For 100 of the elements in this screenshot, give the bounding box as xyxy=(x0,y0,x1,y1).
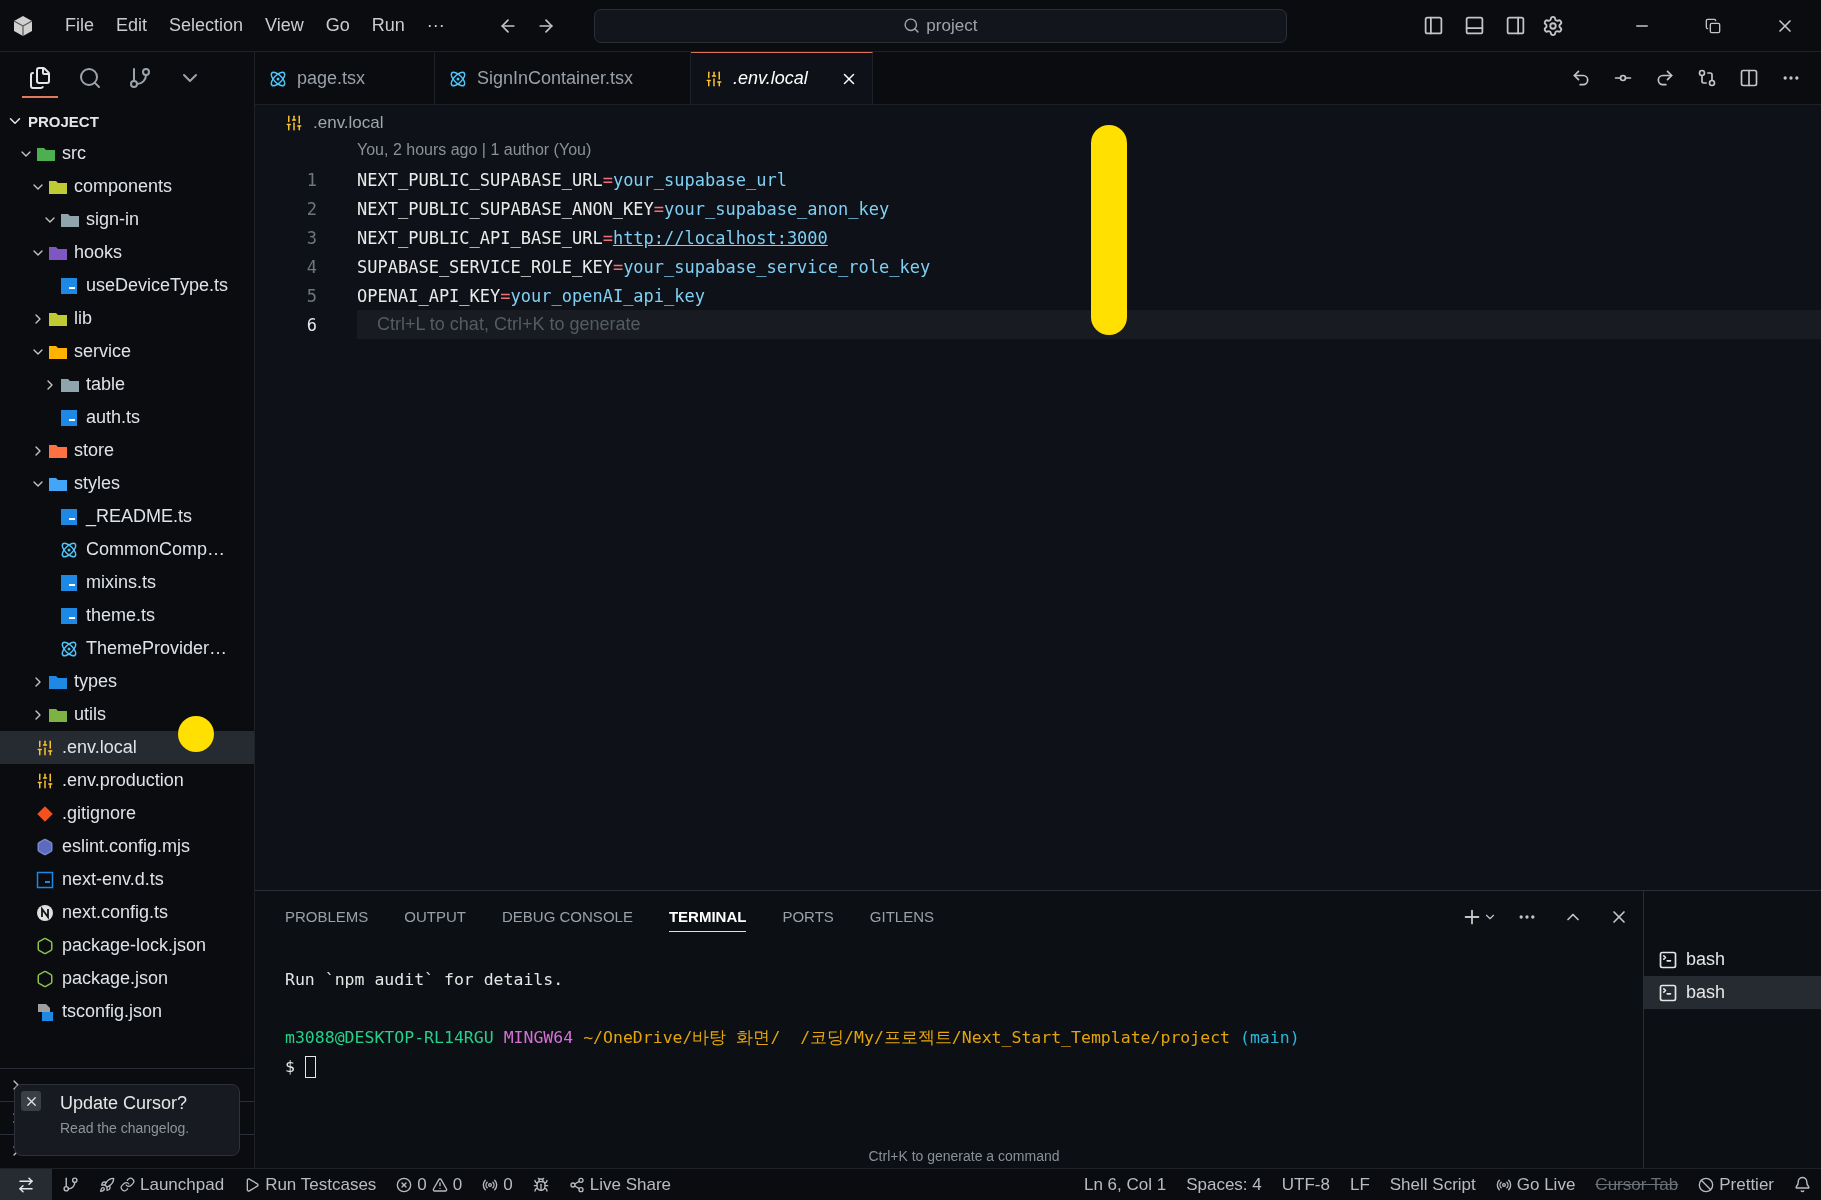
tree-item[interactable]: auth.ts xyxy=(0,401,254,434)
tree-item[interactable]: store xyxy=(0,434,254,467)
tree-item[interactable]: hooks xyxy=(0,236,254,269)
tree-item[interactable]: mixins.ts xyxy=(0,566,254,599)
bug-icon xyxy=(532,1176,549,1193)
code-line: NEXT_PUBLIC_SUPABASE_ANON_KEY=your_supabase_anon_key xyxy=(357,197,891,221)
tree-item[interactable]: eslint.config.mjs xyxy=(0,830,254,863)
status-item[interactable]: LF xyxy=(1339,1174,1380,1195)
menu-item[interactable]: File xyxy=(56,15,103,36)
rocket-icon xyxy=(99,1176,115,1193)
code-line: OPENAI_API_KEY=your_openAI_api_key xyxy=(357,284,706,308)
link-icon xyxy=(120,1177,135,1192)
explorer-header[interactable]: PROJECT xyxy=(0,105,254,137)
status-item[interactable]: Ln 6, Col 1 xyxy=(1073,1174,1177,1195)
tree-item[interactable]: .gitignore xyxy=(0,797,254,830)
tree-item[interactable]: theme.ts xyxy=(0,599,254,632)
sliders-icon xyxy=(705,69,723,88)
run-testcases-item[interactable]: Run Testcases xyxy=(234,1174,387,1195)
typescript-file-icon xyxy=(60,606,78,625)
terminal-icon xyxy=(1658,982,1678,1003)
line-number: 3 xyxy=(305,227,318,248)
menu-item[interactable]: Selection xyxy=(160,15,253,36)
editor-tab[interactable]: .env.local xyxy=(691,52,873,104)
menu-item[interactable]: Edit xyxy=(107,15,157,36)
tree-item[interactable]: utils xyxy=(0,698,254,731)
prompt-symbol: $ xyxy=(285,1057,295,1076)
remote-button[interactable] xyxy=(0,1168,52,1200)
terminal-prompt: m3088@DESKTOP-RL14RGU MINGW64 ~/OneDrive/바탕 화면/ /코딩/My/프로젝트/Next_Start_Template/project (main) xyxy=(285,1026,1301,1049)
status-item[interactable]: Shell Script xyxy=(1379,1174,1486,1195)
blame-annotation: You, 2 hours ago | 1 author (You) xyxy=(356,141,593,160)
panel-tab[interactable]: OUTPUT xyxy=(404,902,467,932)
disabled-icon xyxy=(1698,1176,1715,1193)
warning-icon xyxy=(431,1176,448,1193)
typescript-file-icon xyxy=(36,870,54,889)
tree-item[interactable]: sign-in xyxy=(0,203,254,236)
react-file-icon xyxy=(449,69,467,88)
tree-item[interactable]: components xyxy=(0,170,254,203)
tree-item[interactable]: next-env.d.ts xyxy=(0,863,254,896)
react-file-icon xyxy=(269,69,287,88)
panel-tab[interactable]: PORTS xyxy=(782,902,834,932)
tree-item[interactable]: useDeviceType.ts xyxy=(0,269,254,302)
panel-tab[interactable]: TERMINAL xyxy=(668,902,747,932)
play-icon xyxy=(244,1176,261,1193)
menu-item[interactable]: Go xyxy=(316,15,359,36)
terminal-item[interactable]: bash xyxy=(1644,976,1821,1009)
sliders-icon xyxy=(36,738,54,757)
code-line: SUPABASE_SERVICE_ROLE_KEY=your_supabase_service_role_key xyxy=(357,255,932,279)
tree-item[interactable]: CommonComp… xyxy=(0,533,254,566)
tree-item[interactable]: _README.ts xyxy=(0,500,254,533)
live-share-item[interactable]: Live Share xyxy=(558,1174,682,1195)
breadcrumb[interactable]: .env.local xyxy=(255,105,1821,141)
tree-item[interactable]: .env.production xyxy=(0,764,254,797)
hexagon-icon xyxy=(36,837,54,856)
menu-item[interactable]: Run xyxy=(362,15,414,36)
terminal-item[interactable]: bash xyxy=(1644,943,1821,976)
command-center-search[interactable]: project xyxy=(593,8,1287,43)
share-icon xyxy=(568,1176,585,1193)
panel-tab[interactable]: GITLENS xyxy=(869,902,934,932)
status-item[interactable]: Spaces: 4 xyxy=(1176,1174,1272,1195)
tree-item[interactable]: next.config.ts xyxy=(0,896,254,929)
typescript-file-icon xyxy=(60,507,78,526)
line-number: 4 xyxy=(305,256,318,277)
tree-item[interactable]: service xyxy=(0,335,254,368)
error-icon xyxy=(396,1176,413,1193)
sliders-icon xyxy=(36,771,54,790)
tree-item[interactable]: .env.local xyxy=(0,731,254,764)
tree-item[interactable]: package-lock.json xyxy=(0,929,254,962)
menu-item[interactable]: View xyxy=(256,15,313,36)
remote-icon xyxy=(17,1175,35,1194)
tree-item[interactable]: ThemeProvider… xyxy=(0,632,254,665)
hexagon-icon xyxy=(36,969,54,988)
editor-tab[interactable]: page.tsx xyxy=(255,52,435,104)
toast-message: Read the changelog. xyxy=(60,1120,191,1136)
next-file-icon xyxy=(36,903,54,922)
sliders-icon xyxy=(285,114,303,132)
close-button[interactable] xyxy=(21,1091,41,1111)
status-item[interactable]: UTF-8 xyxy=(1271,1174,1340,1195)
status-item[interactable]: Go Live xyxy=(1485,1174,1586,1195)
tree-item[interactable]: src xyxy=(0,137,254,170)
app-logo xyxy=(12,14,34,37)
more-menu[interactable]: ··· xyxy=(417,15,454,36)
section-title: PROJECT xyxy=(28,112,99,130)
tree-item[interactable]: table xyxy=(0,368,254,401)
status-item[interactable]: Prettier xyxy=(1688,1174,1784,1195)
line-number: 6 xyxy=(305,314,318,335)
ports-item[interactable]: 0 xyxy=(472,1174,523,1195)
line-number: 5 xyxy=(305,285,318,306)
tree-item[interactable]: package.json xyxy=(0,962,254,995)
react-file-icon xyxy=(60,540,78,559)
code-line: NEXT_PUBLIC_API_BASE_URL=http://localhost:3000 xyxy=(357,226,829,250)
tree-item[interactable]: tsconfig.json xyxy=(0,995,254,1028)
launchpad-item[interactable]: Launchpad xyxy=(89,1174,235,1195)
tree-item[interactable]: lib xyxy=(0,302,254,335)
problems-item[interactable]: 0 0 xyxy=(386,1174,473,1195)
typescript-file-icon xyxy=(60,408,78,427)
tree-item[interactable]: styles xyxy=(0,467,254,500)
highlight-dot xyxy=(178,716,214,752)
tree-item[interactable]: types xyxy=(0,665,254,698)
panel-tab[interactable]: PROBLEMS xyxy=(285,902,369,932)
panel-tab[interactable]: DEBUG CONSOLE xyxy=(502,902,633,932)
